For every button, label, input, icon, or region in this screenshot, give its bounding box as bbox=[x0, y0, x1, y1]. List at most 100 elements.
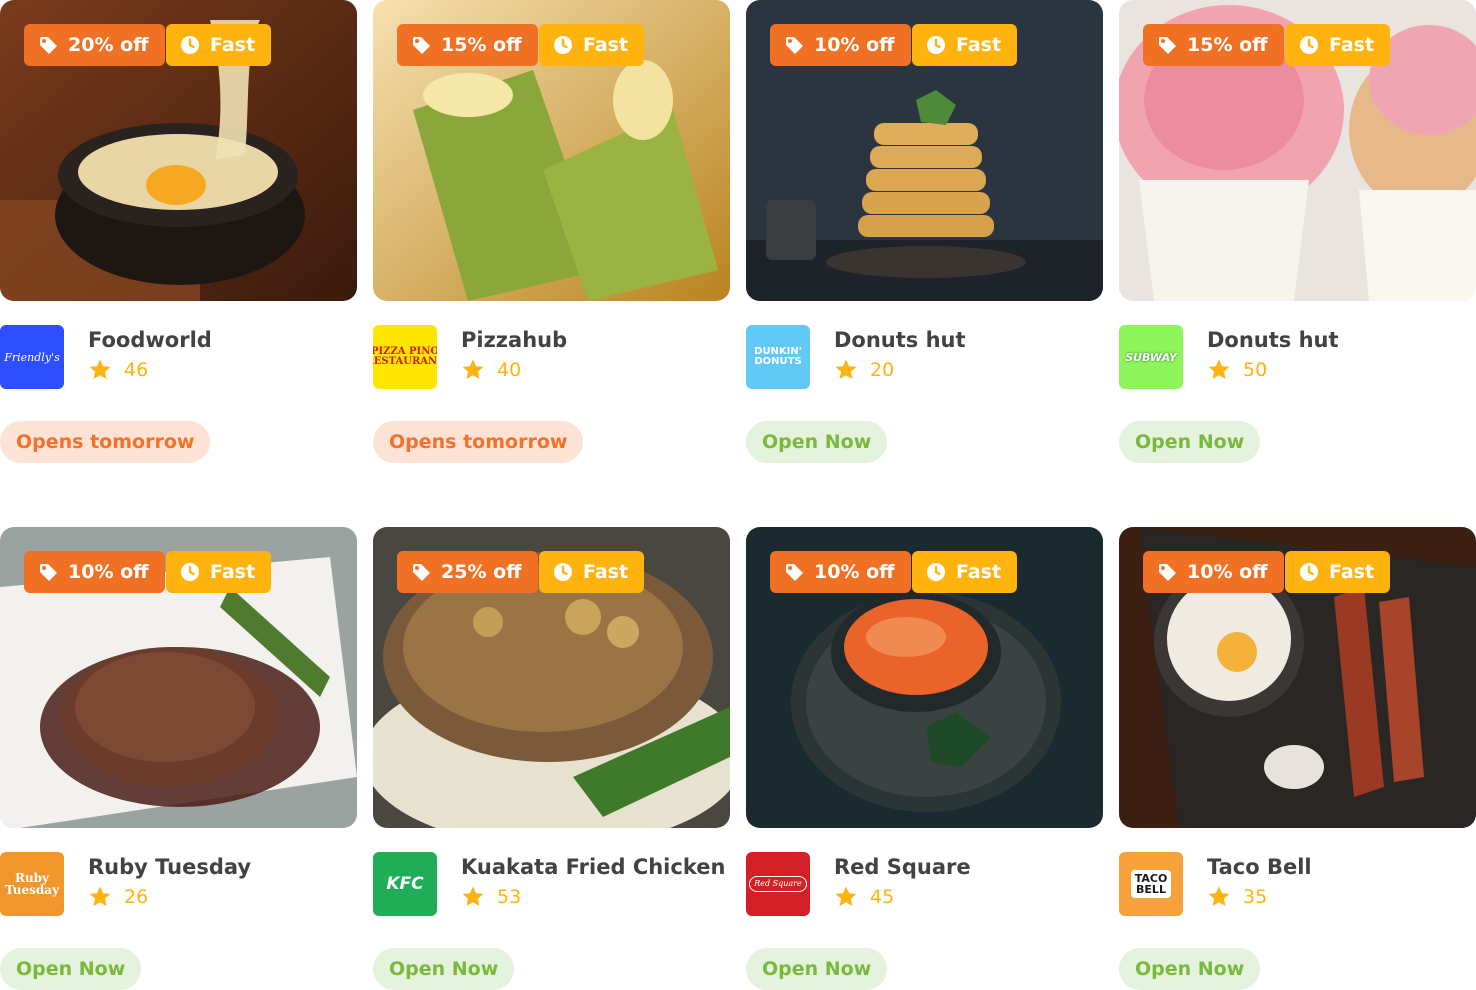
star-icon bbox=[461, 358, 485, 382]
speed-label: Fast bbox=[210, 561, 256, 583]
discount-badge: 15% off bbox=[397, 24, 538, 66]
status-badge[interactable]: Open Now bbox=[746, 948, 888, 990]
restaurant-rating: 20 bbox=[834, 358, 894, 382]
tag-icon bbox=[1157, 35, 1177, 55]
restaurant-name[interactable]: Pizzahub bbox=[461, 328, 567, 352]
star-icon bbox=[834, 885, 858, 909]
discount-label: 10% off bbox=[814, 561, 895, 583]
fast-badge: Fast bbox=[912, 24, 1018, 66]
rating-value: 26 bbox=[124, 886, 149, 908]
fast-badge: Fast bbox=[539, 551, 645, 593]
restaurant-card[interactable]: 20% off Fast Friendly's Foodworld 46 Ope… bbox=[0, 0, 357, 463]
fast-badge: Fast bbox=[912, 551, 1018, 593]
discount-badge: 10% off bbox=[770, 551, 911, 593]
restaurant-logo: PIZZA PINO RESTAURANT bbox=[373, 325, 437, 389]
speed-label: Fast bbox=[956, 561, 1002, 583]
discount-label: 10% off bbox=[814, 34, 895, 56]
restaurant-rating: 46 bbox=[88, 358, 148, 382]
restaurant-name[interactable]: Taco Bell bbox=[1207, 855, 1312, 879]
star-icon bbox=[88, 885, 112, 909]
restaurant-logo: SUBWAY bbox=[1119, 325, 1183, 389]
rating-value: 46 bbox=[124, 359, 149, 381]
clock-icon bbox=[180, 35, 200, 55]
tag-icon bbox=[411, 562, 431, 582]
restaurant-name[interactable]: Donuts hut bbox=[1207, 328, 1339, 352]
discount-badge: 20% off bbox=[24, 24, 165, 66]
discount-label: 10% off bbox=[1187, 561, 1268, 583]
restaurant-rating: 26 bbox=[88, 885, 148, 909]
restaurant-card[interactable]: 10% off Fast DUNKIN' DONUTS Donuts hut 2… bbox=[746, 0, 1103, 463]
star-icon bbox=[461, 885, 485, 909]
restaurant-name[interactable]: Donuts hut bbox=[834, 328, 966, 352]
status-badge[interactable]: Open Now bbox=[1119, 421, 1261, 463]
restaurant-card[interactable]: 10% off Fast Red Square Red Square 45 Op… bbox=[746, 527, 1103, 990]
status-badge[interactable]: Open Now bbox=[0, 948, 142, 990]
restaurant-grid: 20% off Fast Friendly's Foodworld 46 Ope… bbox=[0, 0, 1476, 990]
restaurant-logo: TACO BELL bbox=[1119, 852, 1183, 916]
speed-label: Fast bbox=[583, 561, 629, 583]
restaurant-card[interactable]: 15% off Fast SUBWAY Donuts hut 50 Open N… bbox=[1119, 0, 1476, 463]
speed-label: Fast bbox=[1329, 561, 1375, 583]
rating-value: 35 bbox=[1243, 886, 1268, 908]
tag-icon bbox=[784, 35, 804, 55]
fast-badge: Fast bbox=[1285, 551, 1391, 593]
restaurant-rating: 53 bbox=[461, 885, 521, 909]
tag-icon bbox=[411, 35, 431, 55]
speed-label: Fast bbox=[1329, 34, 1375, 56]
discount-label: 25% off bbox=[441, 561, 522, 583]
restaurant-rating: 45 bbox=[834, 885, 894, 909]
restaurant-logo: Red Square bbox=[746, 852, 810, 916]
clock-icon bbox=[1299, 35, 1319, 55]
discount-label: 20% off bbox=[68, 34, 149, 56]
fast-badge: Fast bbox=[1285, 24, 1391, 66]
tag-icon bbox=[784, 562, 804, 582]
discount-badge: 15% off bbox=[1143, 24, 1284, 66]
restaurant-card[interactable]: 10% off Fast Ruby Tuesday Ruby Tuesday 2… bbox=[0, 527, 357, 990]
clock-icon bbox=[926, 562, 946, 582]
discount-label: 15% off bbox=[441, 34, 522, 56]
restaurant-logo: Ruby Tuesday bbox=[0, 852, 64, 916]
restaurant-card[interactable]: 15% off Fast PIZZA PINO RESTAURANT Pizza… bbox=[373, 0, 730, 463]
restaurant-name[interactable]: Red Square bbox=[834, 855, 971, 879]
tag-icon bbox=[38, 562, 58, 582]
discount-label: 10% off bbox=[68, 561, 149, 583]
restaurant-name[interactable]: Foodworld bbox=[88, 328, 212, 352]
status-badge[interactable]: Opens tomorrow bbox=[0, 421, 211, 463]
rating-value: 50 bbox=[1243, 359, 1268, 381]
clock-icon bbox=[926, 35, 946, 55]
discount-badge: 10% off bbox=[770, 24, 911, 66]
rating-value: 40 bbox=[497, 359, 522, 381]
fast-badge: Fast bbox=[166, 24, 272, 66]
status-badge[interactable]: Open Now bbox=[373, 948, 515, 990]
rating-value: 45 bbox=[870, 886, 895, 908]
restaurant-name[interactable]: Kuakata Fried Chicken bbox=[461, 855, 725, 879]
restaurant-card[interactable]: 25% off Fast KFC Kuakata Fried Chicken 5… bbox=[373, 527, 730, 990]
star-icon bbox=[88, 358, 112, 382]
tag-icon bbox=[1157, 562, 1177, 582]
discount-badge: 25% off bbox=[397, 551, 538, 593]
star-icon bbox=[834, 358, 858, 382]
restaurant-logo: Friendly's bbox=[0, 325, 64, 389]
speed-label: Fast bbox=[583, 34, 629, 56]
restaurant-logo: KFC bbox=[373, 852, 437, 916]
restaurant-rating: 40 bbox=[461, 358, 521, 382]
clock-icon bbox=[180, 562, 200, 582]
fast-badge: Fast bbox=[166, 551, 272, 593]
restaurant-name[interactable]: Ruby Tuesday bbox=[88, 855, 251, 879]
discount-badge: 10% off bbox=[24, 551, 165, 593]
rating-value: 53 bbox=[497, 886, 522, 908]
speed-label: Fast bbox=[210, 34, 256, 56]
restaurant-rating: 35 bbox=[1207, 885, 1267, 909]
status-badge[interactable]: Open Now bbox=[1119, 948, 1261, 990]
tag-icon bbox=[38, 35, 58, 55]
rating-value: 20 bbox=[870, 359, 895, 381]
restaurant-rating: 50 bbox=[1207, 358, 1267, 382]
star-icon bbox=[1207, 885, 1231, 909]
status-badge[interactable]: Opens tomorrow bbox=[373, 421, 584, 463]
restaurant-card[interactable]: 10% off Fast TACO BELL Taco Bell 35 Open… bbox=[1119, 527, 1476, 990]
star-icon bbox=[1207, 358, 1231, 382]
clock-icon bbox=[553, 562, 573, 582]
status-badge[interactable]: Open Now bbox=[746, 421, 888, 463]
clock-icon bbox=[1299, 562, 1319, 582]
fast-badge: Fast bbox=[539, 24, 645, 66]
